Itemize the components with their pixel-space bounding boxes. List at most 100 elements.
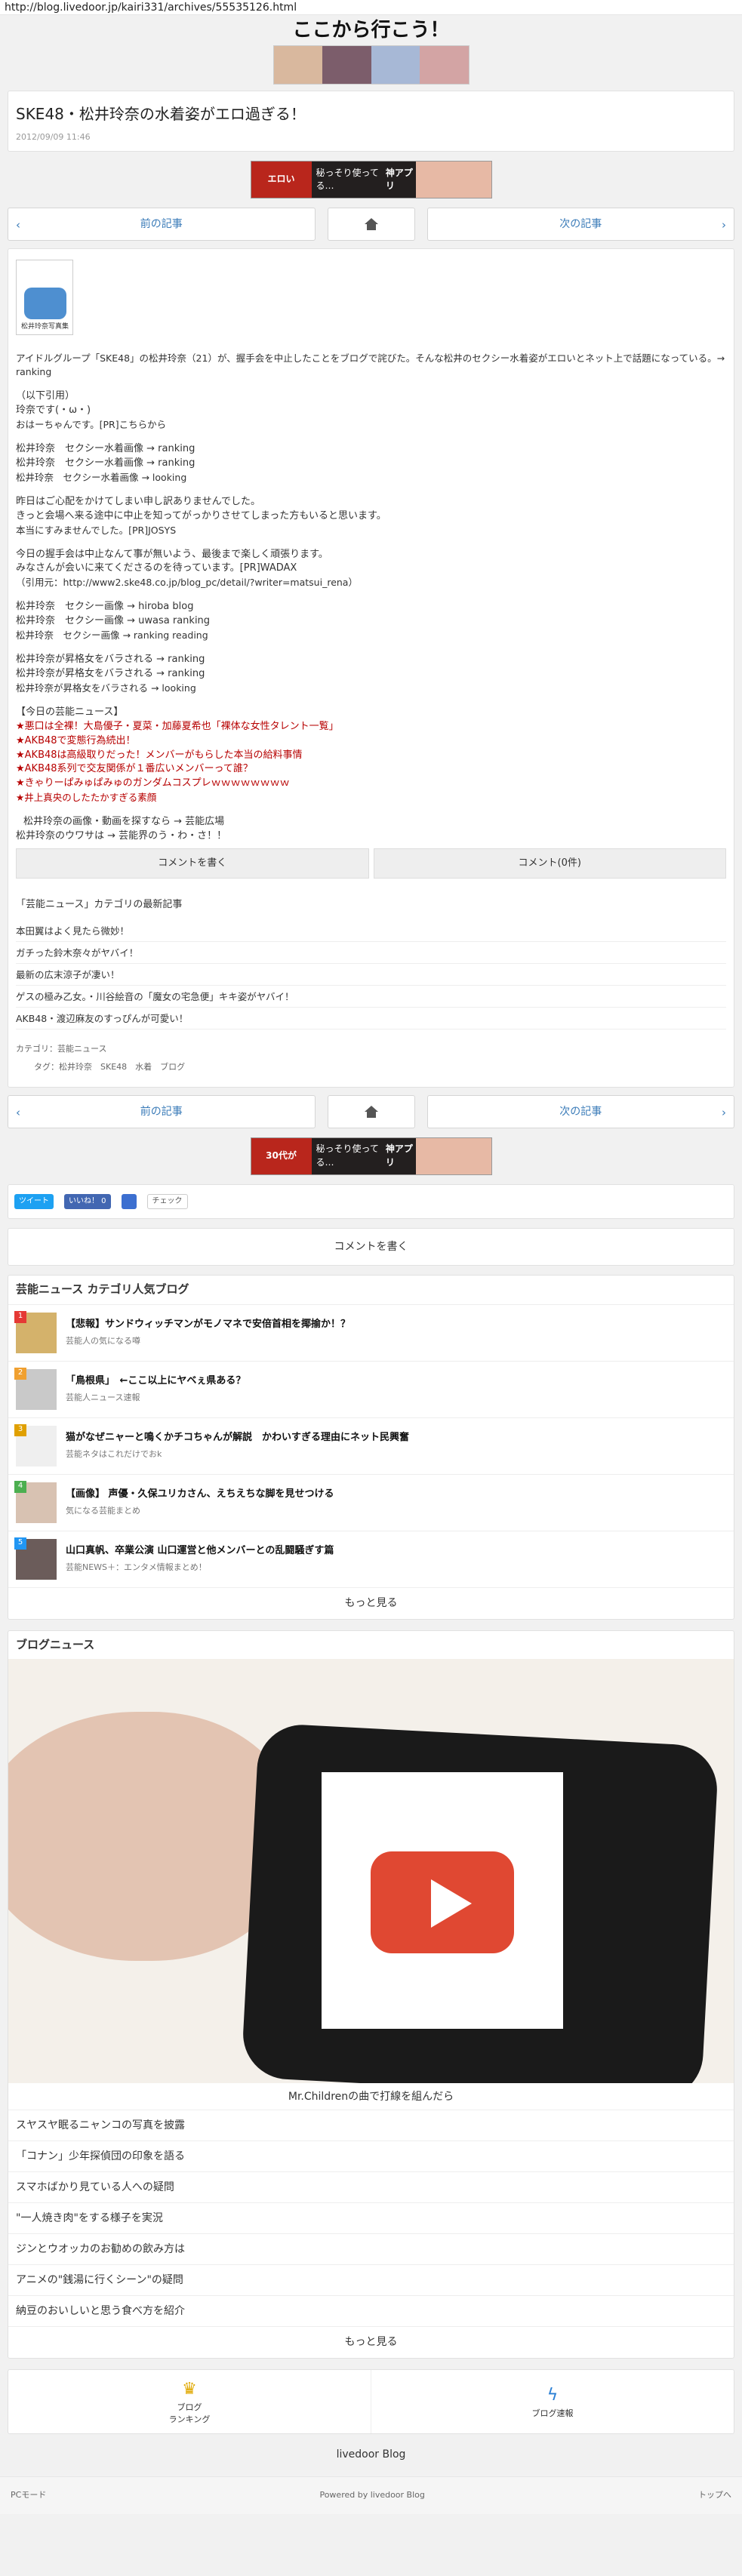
blog-news-item[interactable]: アニメの"銭湯に行くシーン"の疑問 [8, 2264, 734, 2295]
blog-news-caption[interactable]: Mr.Childrenの曲で打線を組んだら [8, 2083, 734, 2109]
news-link[interactable]: ★AKB48で変態行為続出！ [16, 734, 726, 749]
sexy-link[interactable]: 松井玲奈 セクシー水着画像 → looking [16, 471, 726, 485]
ranking-text: 「鳥根県」 ←ここ以上にヤベぇ県ある？ 芸能人ニュース速報 [66, 1374, 245, 1404]
ranking-title: 「鳥根県」 ←ここ以上にヤベぇ県ある？ [66, 1375, 246, 1387]
check-button[interactable]: チェック [146, 1193, 188, 1209]
write-comment-button[interactable]: コメントを書く [16, 848, 369, 879]
article-nav-top: ‹ 前の記事 次の記事 › [8, 207, 734, 241]
comment-buttons: コメントを書く コメント(0件) [16, 848, 726, 879]
sexy-link[interactable]: 松井玲奈 セクシー水着画像 → ranking [16, 442, 726, 457]
ad-text: エロい [267, 174, 295, 185]
category-item[interactable]: 本田翼はよく見たら微妙！ [16, 920, 726, 942]
blog-news-item[interactable]: スマホばかり見ている人への疑問 [8, 2171, 734, 2202]
news-link[interactable]: ★AKB48は高級取りだった！メンバーがもらした本当の給料事情 [16, 749, 726, 763]
article-nav-bottom: ‹ 前の記事 次の記事 › [8, 1094, 734, 1128]
category-heading: 「芸能ニュース」カテゴリの最新記事 [16, 898, 183, 910]
image-link[interactable]: 松井玲奈 セクシー画像 → ranking reading [16, 629, 726, 642]
blog-news-item[interactable]: スヤスヤ眠るニャンコの写真を披露 [8, 2109, 734, 2141]
blog-news-link[interactable]: ϟ ブログ速報 [371, 2370, 734, 2433]
ad-text: 30代が [266, 1150, 297, 1162]
ranking-text: 【悲報】サンドウィッチマンがモノマネで安倍首相を揶揄か！？ 芸能人の気になる噂 [66, 1318, 350, 1347]
ranking-item[interactable]: 4 【画像】 声優・久保ユリカさん、えちえちな脚を見せつける 気になる芸能まとめ [8, 1473, 734, 1531]
news-link[interactable]: ★AKB48系列で交友関係が１番広いメンバーって誰？ [16, 762, 726, 777]
news-link[interactable]: ★悪口は全裸！大島優子・夏菜・加藤夏希也「裸体な女性タレント一覧」 [16, 720, 726, 734]
extra-link[interactable]: 松井玲奈のウワサは → 芸能界のう・わ・さ！！ [16, 829, 726, 844]
ranking-source: 芸能人の気になる噂 [66, 1335, 140, 1346]
quote-line: おはーちゃんです。[PR]こちらから [16, 418, 167, 430]
blog-news-photo[interactable] [8, 1659, 734, 2084]
rank-badge: 2 [14, 1367, 26, 1380]
prev-article-button[interactable]: ‹ 前の記事 [8, 1094, 316, 1128]
rumor-link[interactable]: 松井玲奈が昇格女をバラされる → ranking [16, 653, 726, 667]
thumbnail-caption: 松井玲奈写真集 [21, 322, 69, 331]
blog-news-heading: ブログニュース [16, 1637, 95, 1651]
category-list: 本田翼はよく見たら微妙！ ガチった鈴木奈々がヤバイ！ 最新の広末涼子が凄い！ ゲ… [16, 920, 726, 1029]
blog-title[interactable]: ここから行こう！ [8, 15, 734, 45]
category-item[interactable]: ゲスの極み乙女。・川谷絵音の「魔女の宅急便」キキ姿がヤバイ！ [16, 986, 726, 1008]
ranking-item[interactable]: 3 猫がなぜニャーと鳴くかチコちゃんが解説 かわいすぎる理由にネット民興奮 芸能ネタ… [8, 1417, 734, 1474]
blog-ranking-link[interactable]: ♛ ブログ ランキング [8, 2369, 371, 2433]
ranking-item[interactable]: 5 山口真帆、卒業公演 山口運営と他メンバーとの乱闘騒ぎす篇 芸能NEWS＋：エンタ… [8, 1530, 734, 1587]
next-label: 次の記事 [559, 1105, 602, 1118]
sexy-link[interactable]: 松井玲奈 セクシー水着画像 → ranking [16, 457, 726, 471]
ad-image [415, 161, 491, 198]
back-to-top-link[interactable]: トップへ [698, 2489, 731, 2501]
image-link[interactable]: 松井玲奈 セクシー画像 → uwasa ranking [16, 614, 726, 629]
ranking-item[interactable]: 1 【悲報】サンドウィッチマンがモノマネで安倍首相を揶揄か！？ 芸能人の気になる噂 [8, 1303, 734, 1361]
next-article-button[interactable]: 次の記事 › [426, 1094, 734, 1128]
category-item[interactable]: 最新の広末涼子が凄い！ [16, 964, 726, 986]
home-button[interactable] [327, 1094, 415, 1128]
ranking-text: 【画像】 声優・久保ユリカさん、えちえちな脚を見せつける 気になる芸能まとめ [66, 1488, 334, 1517]
livedoor-blog-logo[interactable]: livedoor Blog [8, 2434, 734, 2476]
article-thumbnail[interactable]: 松井玲奈写真集 [16, 259, 73, 335]
blog-news-item[interactable]: ジンとウオッカのお勧めの飲み方は [8, 2233, 734, 2264]
ranking-heading: 芸能ニュース カテゴリ人気ブログ [16, 1282, 189, 1296]
blog-news-item[interactable]: "一人焼き肉"をする様子を実況 [8, 2202, 734, 2233]
ranking-more-button[interactable]: もっと見る [8, 1587, 734, 1619]
body-text: 昨日はご心配をかけてしまい申し訳ありませんでした。 [16, 495, 260, 507]
category-item[interactable]: AKB48・渡辺麻友のすっぴんが可愛い！ [16, 1008, 726, 1029]
like-button[interactable]: いいね！ 0 [64, 1193, 111, 1209]
ad-banner[interactable]: エロい 秘っそり使ってる… 神アプリ [250, 160, 492, 199]
thumbnail-figure [24, 287, 66, 319]
ad-banner[interactable]: 30代が 秘っそり使ってる… 神アプリ [250, 1137, 492, 1175]
banner-panel [420, 46, 469, 84]
image-link[interactable]: 松井玲奈 セクシー画像 → hiroba blog [16, 600, 726, 614]
write-comment-wide-button[interactable]: コメントを書く [8, 1227, 734, 1266]
blog-news-item[interactable]: 納豆のおいしいと思う食べ方を紹介 [8, 2294, 734, 2326]
blog-news-list: スヤスヤ眠るニャンコの写真を披露 「コナン」少年探偵団の印象を語る スマホばかり… [8, 2109, 734, 2326]
article-header: SKE48・松井玲奈の水着姿がエロ過ぎる！ 2012/09/09 11:46 [8, 91, 734, 152]
pc-mode-link[interactable]: PCモード [11, 2489, 46, 2501]
bottom-bar: PCモード Powered by livedoor Blog トップへ [0, 2476, 742, 2514]
news-link[interactable]: ★井上真央のしたたかすぎる素顔 [16, 791, 726, 805]
ad-text: 秘っそり使ってる… [316, 167, 379, 191]
category-item[interactable]: ガチった鈴木奈々がヤバイ！ [16, 942, 726, 964]
tags-label[interactable]: タグ：松井玲奈 SKE48 水着 ブログ [16, 1058, 726, 1076]
rumor-link[interactable]: 松井玲奈が昇格女をバラされる → ranking [16, 667, 726, 682]
ranking-title: 【悲報】サンドウィッチマンがモノマネで安倍首相を揶揄か！？ [66, 1319, 351, 1331]
blog-ranking-label: ブログ ランキング [168, 2402, 211, 2424]
hatena-icon[interactable] [121, 1193, 137, 1209]
rumor-link[interactable]: 松井玲奈が昇格女をバラされる → looking [16, 682, 726, 695]
extra-link[interactable]: 松井玲奈の画像・動画を探すなら → 芸能広場 [16, 815, 726, 829]
home-button[interactable] [327, 207, 415, 241]
ranking-item[interactable]: 2 「鳥根県」 ←ここ以上にヤベぇ県ある？ 芸能人ニュース速報 [8, 1360, 734, 1417]
source-line: （引用元：http://www2.ske48.co.jp/blog_pc/det… [16, 577, 358, 589]
blog-news-item[interactable]: 「コナン」少年探偵団の印象を語る [8, 2140, 734, 2171]
ranking-title: 山口真帆、卒業公演 山口運営と他メンバーとの乱闘騒ぎす篇 [66, 1545, 334, 1557]
rank-badge: 1 [14, 1310, 26, 1323]
blog-header-banner[interactable] [272, 45, 470, 85]
article-intro: アイドルグループ「SKE48」の松井玲奈（21）が、握手会を中止したことをブログ… [16, 352, 725, 378]
url-bar[interactable]: http://blog.livedoor.jp/kairi331/archive… [0, 0, 742, 15]
prev-article-button[interactable]: ‹ 前の記事 [8, 207, 316, 241]
ranking-title: 【画像】 声優・久保ユリカさん、えちえちな脚を見せつける [66, 1488, 334, 1500]
next-article-button[interactable]: 次の記事 › [426, 207, 734, 241]
news-link[interactable]: ★きゃりーぱみゅぱみゅのガンダムコスプレｗｗｗｗｗｗｗｗ [16, 777, 726, 791]
comment-count-button[interactable]: コメント(0件) [373, 848, 726, 879]
blog-news-label: ブログ速報 [531, 2408, 574, 2418]
ad-label: エロい [251, 161, 312, 198]
ranking-source: 芸能NEWS＋：エンタメ情報まとめ！ [66, 1562, 207, 1572]
category-label[interactable]: カテゴリ：芸能ニュース [16, 1040, 726, 1058]
tweet-button[interactable]: ツイート [14, 1193, 54, 1209]
blog-news-more-button[interactable]: もっと見る [8, 2325, 734, 2358]
